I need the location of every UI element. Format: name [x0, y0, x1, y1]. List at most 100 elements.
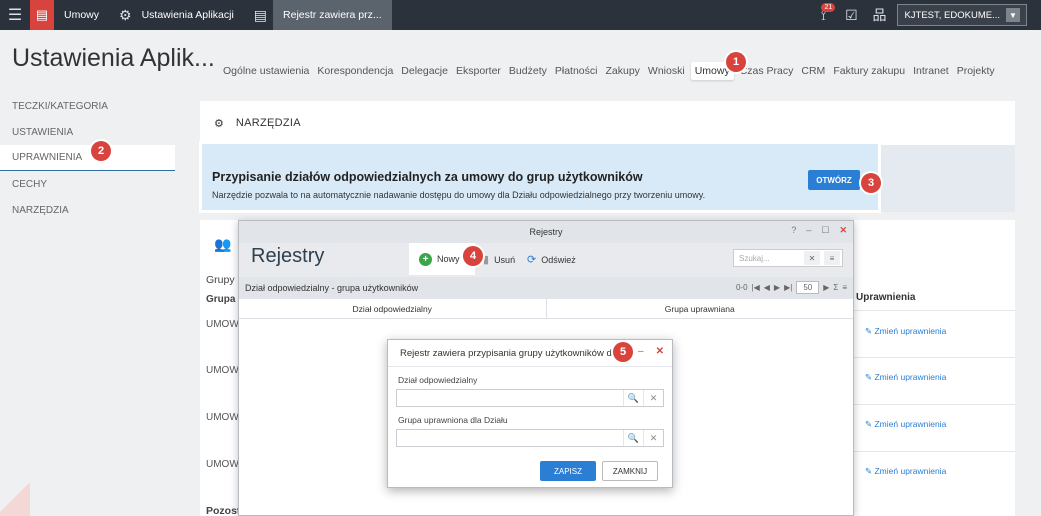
- column-header-department[interactable]: Dział odpowiedzialny: [239, 299, 546, 318]
- sidebar-item-cechy[interactable]: CECHY: [0, 171, 177, 197]
- tools-icon: ⚙: [214, 117, 224, 130]
- change-permissions-link[interactable]: ✎ Zmień uprawnienia: [865, 326, 946, 337]
- grid-header-bar: Dział odpowiedzialny - grupa użytkownikó…: [239, 277, 853, 299]
- sidebar-item-teczki[interactable]: TECZKI/KATEGORIA: [0, 93, 177, 119]
- change-permissions-label: Zmień uprawnienia: [874, 419, 947, 429]
- refresh-icon: ⟳: [527, 254, 537, 266]
- other-section-label: Pozost: [206, 505, 241, 516]
- top-bar: ☰ ▤ Umowy ⚙ Ustawienia Aplikacji ▤ Rejes…: [0, 0, 1041, 30]
- change-permissions-link[interactable]: ✎ Zmień uprawnienia: [865, 419, 946, 430]
- change-permissions-label: Zmień uprawnienia: [874, 372, 947, 382]
- user-dropdown[interactable]: KJTEST, EDOKUME... ▼: [897, 4, 1027, 26]
- tab-intranet[interactable]: Intranet: [909, 62, 953, 80]
- tool-heading: Przypisanie działów odpowiedzialnych za …: [212, 170, 643, 184]
- change-permissions-label: Zmień uprawnienia: [874, 326, 947, 336]
- tab-platnosci[interactable]: Płatności: [551, 62, 602, 80]
- group-field-label: Grupa uprawniona dla Działu: [398, 415, 508, 425]
- clear-icon[interactable]: ✕: [643, 430, 663, 446]
- active-window-tab[interactable]: Rejestr zawiera prz...: [273, 0, 392, 30]
- tab-delegacje[interactable]: Delegacje: [397, 62, 452, 80]
- prev-page-icon[interactable]: ◀: [764, 283, 770, 292]
- pager: 0-0 |◀ ◀ ▶ ▶| 50 ▶ Σ ≡: [736, 281, 847, 294]
- refresh-button[interactable]: ⟳ Odśwież: [527, 253, 576, 266]
- pager-range: 0-0: [735, 283, 748, 292]
- sum-icon[interactable]: Σ: [833, 283, 838, 292]
- sidebar-item-ustawienia[interactable]: USTAWIENIA: [0, 119, 177, 145]
- clear-icon[interactable]: ✕: [643, 390, 663, 406]
- divider: [850, 310, 1015, 311]
- tab-faktury-zakupu[interactable]: Faktury zakupu: [829, 62, 909, 80]
- window-titlebar[interactable]: Rejestry ? – ☐ ✕: [239, 221, 853, 243]
- users-icon: 👥: [214, 236, 232, 252]
- maximize-icon[interactable]: ☐: [821, 225, 829, 236]
- contracts-app-icon[interactable]: ▤: [30, 0, 54, 30]
- next-icon[interactable]: ▶: [823, 283, 829, 292]
- register-icon[interactable]: ▤: [244, 7, 267, 24]
- sidebar: TECZKI/KATEGORIA USTAWIENIA UPRAWNIENIA …: [0, 93, 177, 223]
- plus-icon: +: [419, 252, 432, 266]
- change-permissions-link[interactable]: ✎ Zmień uprawnienia: [865, 372, 946, 383]
- table-row[interactable]: UMOW: [206, 319, 239, 330]
- step-badge-2: 2: [91, 141, 111, 161]
- delete-button[interactable]: ▮ Usuń: [483, 253, 515, 266]
- change-permissions-link[interactable]: ✎ Zmień uprawnienia: [865, 466, 946, 477]
- first-page-icon[interactable]: |◀: [752, 283, 760, 292]
- department-field-label: Dział odpowiedzialny: [398, 375, 478, 385]
- group-column-header: Grupa: [206, 294, 236, 305]
- groups-label: Grupy: [206, 274, 235, 286]
- close-icon[interactable]: ✕: [839, 225, 847, 236]
- table-row[interactable]: UMOW: [206, 365, 239, 376]
- delete-label: Usuń: [494, 254, 516, 265]
- decorative-corner: [0, 470, 30, 516]
- info-panel-background: [880, 145, 1015, 212]
- search-input[interactable]: Szukaj... ✕ ≡: [733, 249, 843, 267]
- window-toolbar: Rejestry + Nowy ▮ Usuń ⟳ Odśwież Szukaj.…: [239, 243, 853, 277]
- notifications-icon[interactable]: ⟟ 21: [809, 2, 837, 24]
- minimize-icon[interactable]: –: [638, 346, 644, 357]
- page-title: Ustawienia Aplik...: [12, 44, 215, 72]
- tab-korespondencja[interactable]: Korespondencja: [313, 62, 397, 80]
- step-badge-4: 4: [463, 246, 483, 266]
- minimize-icon[interactable]: –: [806, 225, 811, 236]
- group-field[interactable]: 🔍 ✕: [396, 429, 664, 447]
- user-name: KJTEST, EDOKUME...: [904, 9, 1000, 21]
- trash-icon: ▮: [483, 254, 490, 266]
- department-field[interactable]: 🔍 ✕: [396, 389, 664, 407]
- tools-title: NARZĘDZIA: [235, 117, 301, 129]
- app-settings-link[interactable]: Ustawienia Aplikacji: [132, 0, 244, 30]
- tab-wnioski[interactable]: Wnioski: [644, 62, 689, 80]
- org-structure-icon[interactable]: 品: [865, 5, 893, 25]
- tab-projekty[interactable]: Projekty: [953, 62, 999, 80]
- new-label: Nowy: [437, 254, 460, 264]
- clear-search-icon[interactable]: ✕: [804, 251, 820, 265]
- close-button[interactable]: ZAMKNIJ: [602, 461, 658, 481]
- page-size-select[interactable]: 50: [796, 281, 820, 294]
- search-icon[interactable]: 🔍: [623, 390, 643, 406]
- last-page-icon[interactable]: ▶|: [784, 283, 792, 292]
- calendar-check-icon[interactable]: ☑: [837, 7, 865, 24]
- window-heading: Rejestry: [251, 245, 325, 267]
- table-row[interactable]: UMOW: [206, 412, 239, 423]
- module-link[interactable]: Umowy: [54, 0, 109, 30]
- gears-icon[interactable]: ⚙: [109, 7, 132, 24]
- save-button[interactable]: ZAPISZ: [540, 461, 596, 481]
- tab-crm[interactable]: CRM: [797, 62, 829, 80]
- chevron-down-icon[interactable]: ▼: [1006, 8, 1020, 22]
- open-button[interactable]: OTWÓRZ: [808, 170, 860, 190]
- hamburger-menu-icon[interactable]: ☰: [0, 0, 30, 30]
- sidebar-item-uprawnienia[interactable]: UPRAWNIENIA: [0, 145, 175, 171]
- column-header-group[interactable]: Grupa uprawniana: [545, 299, 854, 318]
- help-icon[interactable]: ?: [791, 225, 796, 236]
- close-icon[interactable]: ✕: [656, 346, 664, 357]
- tool-description: Narzędzie pozwala to na automatycznie na…: [212, 190, 706, 200]
- search-icon[interactable]: 🔍: [623, 430, 643, 446]
- tab-eksporter[interactable]: Eksporter: [452, 62, 505, 80]
- table-row[interactable]: UMOW: [206, 459, 239, 470]
- columns-menu-icon[interactable]: ≡: [842, 283, 847, 292]
- sidebar-item-narzedzia[interactable]: NARZĘDZIA: [0, 197, 177, 223]
- menu-icon[interactable]: ≡: [824, 251, 840, 265]
- tab-ogolne[interactable]: Ogólne ustawienia: [219, 62, 313, 80]
- next-page-icon[interactable]: ▶: [774, 283, 780, 292]
- tab-zakupy[interactable]: Zakupy: [601, 62, 643, 80]
- tab-budzety[interactable]: Budżety: [505, 62, 551, 80]
